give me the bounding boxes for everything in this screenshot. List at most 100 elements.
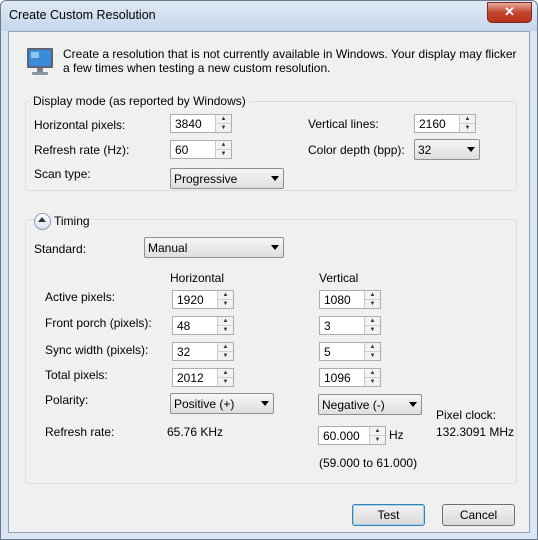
spin-down-icon[interactable]: ▼ (218, 378, 233, 386)
chevron-down-icon (467, 147, 475, 152)
spin-up-icon[interactable]: ▲ (370, 427, 385, 436)
spinner-buttons: ▲ ▼ (217, 317, 233, 334)
sync-v-spinner[interactable]: 5 ▲ ▼ (319, 342, 381, 361)
h-refresh-value: 65.76 KHz (167, 425, 224, 439)
chevron-down-icon (261, 401, 269, 406)
spin-down-icon[interactable]: ▼ (460, 124, 475, 132)
front-porch-label: Front porch (pixels): (45, 316, 152, 330)
spin-down-icon[interactable]: ▼ (218, 326, 233, 334)
test-button[interactable]: Test (352, 504, 425, 526)
polarity-v-value: Negative (-) (322, 398, 385, 412)
v-refresh-spinner[interactable]: 60.000 ▲ ▼ (318, 426, 386, 445)
total-pixels-label: Total pixels: (45, 368, 108, 382)
color-depth-select[interactable]: 32 (414, 139, 480, 160)
spin-down-icon[interactable]: ▼ (370, 436, 385, 444)
front-v-value[interactable]: 3 (324, 319, 331, 333)
intro-text: Create a resolution that is not currentl… (63, 47, 517, 75)
sync-h-value[interactable]: 32 (177, 345, 190, 359)
standard-label: Standard: (34, 242, 87, 256)
sync-h-spinner[interactable]: 32 ▲ ▼ (172, 342, 234, 361)
total-v-value[interactable]: 1096 (324, 371, 351, 385)
standard-select[interactable]: Manual (144, 237, 284, 258)
standard-value: Manual (148, 241, 188, 255)
polarity-h-select[interactable]: Positive (+) (170, 393, 274, 414)
spinner-buttons: ▲ ▼ (217, 343, 233, 360)
spin-up-icon[interactable]: ▲ (365, 369, 380, 378)
sync-v-value[interactable]: 5 (324, 345, 331, 359)
spin-up-icon[interactable]: ▲ (218, 343, 233, 352)
spinner-buttons: ▲ ▼ (364, 291, 380, 308)
active-pixels-label: Active pixels: (45, 290, 116, 304)
spin-down-icon[interactable]: ▼ (218, 300, 233, 308)
active-v-value[interactable]: 1080 (324, 293, 351, 307)
front-h-value[interactable]: 48 (177, 319, 190, 333)
title-bar[interactable]: Create Custom Resolution ✕ (1, 1, 537, 31)
scan-type-label: Scan type: (34, 167, 91, 181)
spin-up-icon[interactable]: ▲ (460, 115, 475, 124)
front-h-spinner[interactable]: 48 ▲ ▼ (172, 316, 234, 335)
horizontal-pixels-value[interactable]: 3840 (175, 117, 202, 131)
color-depth-label: Color depth (bpp): (308, 143, 405, 157)
collapse-toggle-icon[interactable] (34, 213, 51, 230)
cancel-button[interactable]: Cancel (442, 504, 515, 526)
scan-type-select[interactable]: Progressive (170, 168, 284, 189)
chevron-down-icon (409, 402, 417, 407)
spinner-buttons: ▲ ▼ (215, 115, 231, 132)
window-title: Create Custom Resolution (9, 8, 156, 22)
spin-up-icon[interactable]: ▲ (365, 317, 380, 326)
monitor-icon (27, 48, 53, 75)
v-refresh-unit: Hz (389, 428, 404, 442)
spinner-buttons: ▲ ▼ (364, 369, 380, 386)
spin-up-icon[interactable]: ▲ (218, 291, 233, 300)
vertical-lines-label: Vertical lines: (308, 117, 379, 131)
spin-up-icon[interactable]: ▲ (218, 369, 233, 378)
spinner-buttons: ▲ ▼ (364, 317, 380, 334)
horizontal-pixels-spinner[interactable]: 3840 ▲ ▼ (170, 114, 232, 133)
spinner-buttons: ▲ ▼ (369, 427, 385, 444)
spin-up-icon[interactable]: ▲ (218, 317, 233, 326)
vertical-header: Vertical (319, 271, 359, 285)
chevron-down-icon (271, 245, 279, 250)
spin-down-icon[interactable]: ▼ (365, 300, 380, 308)
pixel-clock-value: 132.3091 MHz (436, 425, 515, 439)
total-h-value[interactable]: 2012 (177, 371, 204, 385)
refresh-range: (59.000 to 61.000) (319, 456, 418, 470)
dialog-body: Create a resolution that is not currentl… (8, 31, 530, 533)
spinner-buttons: ▲ ▼ (217, 291, 233, 308)
horizontal-header: Horizontal (170, 271, 225, 285)
close-button[interactable]: ✕ (487, 2, 532, 23)
spin-up-icon[interactable]: ▲ (216, 141, 231, 150)
sync-width-label: Sync width (pixels): (45, 343, 149, 357)
horizontal-pixels-label: Horizontal pixels: (34, 118, 126, 132)
spin-down-icon[interactable]: ▼ (365, 326, 380, 334)
polarity-v-select[interactable]: Negative (-) (318, 394, 422, 415)
spin-down-icon[interactable]: ▼ (216, 124, 231, 132)
spin-down-icon[interactable]: ▼ (365, 352, 380, 360)
active-v-spinner[interactable]: 1080 ▲ ▼ (319, 290, 381, 309)
refresh-rate-value[interactable]: 60 (175, 143, 188, 157)
timing-group-label: Timing (51, 214, 93, 228)
color-depth-value: 32 (418, 143, 432, 157)
front-v-spinner[interactable]: 3 ▲ ▼ (319, 316, 381, 335)
spinner-buttons: ▲ ▼ (364, 343, 380, 360)
active-h-value[interactable]: 1920 (177, 293, 204, 307)
total-h-spinner[interactable]: 2012 ▲ ▼ (172, 368, 234, 387)
spin-up-icon[interactable]: ▲ (365, 343, 380, 352)
total-v-spinner[interactable]: 1096 ▲ ▼ (319, 368, 381, 387)
polarity-label: Polarity: (45, 393, 89, 407)
spin-down-icon[interactable]: ▼ (218, 352, 233, 360)
vertical-lines-spinner[interactable]: 2160 ▲ ▼ (414, 114, 476, 133)
spin-down-icon[interactable]: ▼ (365, 378, 380, 386)
spin-down-icon[interactable]: ▼ (216, 150, 231, 158)
pixel-clock-label: Pixel clock: (436, 408, 497, 422)
v-refresh-value[interactable]: 60.000 (323, 429, 360, 443)
spin-up-icon[interactable]: ▲ (216, 115, 231, 124)
spinner-buttons: ▲ ▼ (217, 369, 233, 386)
chevron-down-icon (271, 176, 279, 181)
refresh-rate-spinner[interactable]: 60 ▲ ▼ (170, 140, 232, 159)
active-h-spinner[interactable]: 1920 ▲ ▼ (172, 290, 234, 309)
refresh-rate-label: Refresh rate (Hz): (34, 143, 130, 157)
spinner-buttons: ▲ ▼ (459, 115, 475, 132)
vertical-lines-value[interactable]: 2160 (419, 117, 446, 131)
spin-up-icon[interactable]: ▲ (365, 291, 380, 300)
